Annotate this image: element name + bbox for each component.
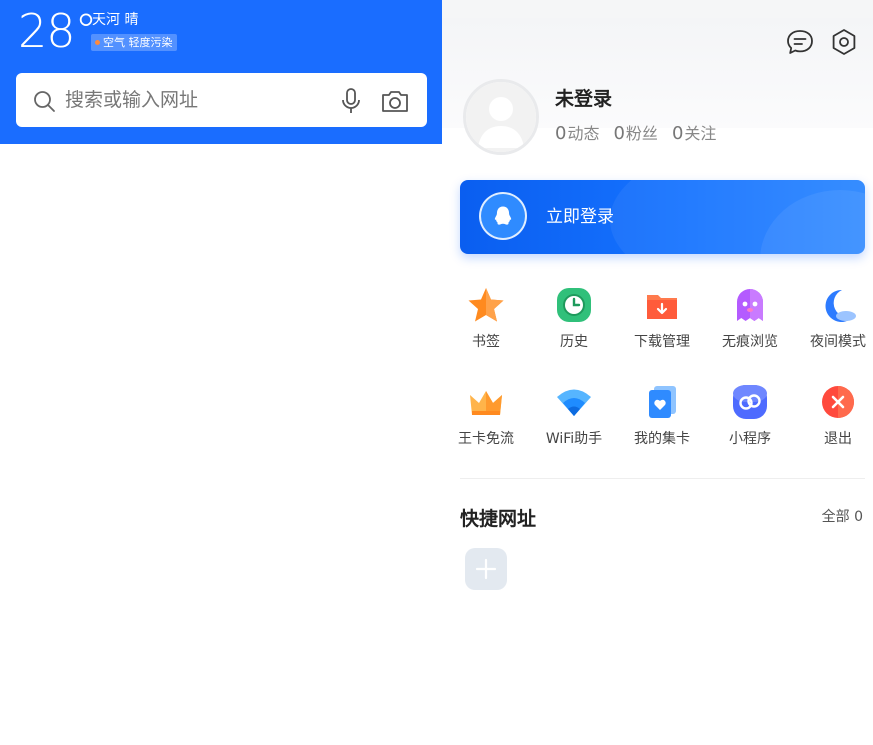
search-icon (34, 91, 55, 112)
profile-stats: 0动态 0粉丝 0关注 (555, 122, 716, 146)
mini-program-icon (733, 385, 767, 419)
menu-item-card-collection[interactable]: 我的集卡 (618, 382, 706, 448)
menu-item-king-card[interactable]: 王卡免流 (442, 382, 530, 448)
air-quality-badge[interactable]: 空气 轻度污染 (91, 34, 177, 51)
gear-icon[interactable] (829, 27, 859, 57)
menu-item-exit[interactable]: 退出 (794, 382, 873, 448)
user-center-panel: 未登录 0动态 0粉丝 0关注 立即登录 书签 历史 下载管理 无痕浏览 夜间模… (442, 0, 873, 745)
card-icon (649, 386, 676, 418)
message-icon[interactable] (785, 28, 815, 56)
crown-icon (470, 391, 502, 415)
menu-item-history[interactable]: 历史 (530, 285, 618, 351)
menu-item-bookmarks[interactable]: 书签 (442, 285, 530, 351)
moon-icon (825, 289, 856, 322)
air-quality-label: 空气 轻度污染 (103, 36, 173, 49)
plus-icon (475, 558, 497, 580)
add-quick-link-button[interactable] (465, 548, 507, 590)
home-header: 28° 天河 晴 空气 轻度污染 搜索或输入网址 (0, 0, 442, 144)
quick-links-title: 快捷网址 (460, 508, 537, 530)
default-avatar-icon (466, 82, 536, 152)
air-quality-dot (95, 40, 100, 45)
download-folder-icon (647, 295, 677, 319)
star-icon (468, 288, 504, 322)
search-bar[interactable]: 搜索或输入网址 (16, 73, 427, 127)
menu-item-downloads[interactable]: 下载管理 (618, 285, 706, 351)
quick-links-all[interactable]: 全部 0 (822, 507, 863, 527)
login-label: 立即登录 (546, 207, 614, 227)
camera-icon[interactable] (380, 88, 410, 114)
menu-item-incognito[interactable]: 无痕浏览 (706, 285, 794, 351)
search-input[interactable]: 搜索或输入网址 (65, 88, 198, 112)
location-weather[interactable]: 天河 晴 (92, 11, 138, 29)
menu-item-mini-programs[interactable]: 小程序 (706, 382, 794, 448)
stat-following[interactable]: 0关注 (672, 122, 716, 146)
ghost-icon (737, 289, 763, 321)
menu-item-wifi-assistant[interactable]: WiFi助手 (530, 382, 618, 448)
stat-fans[interactable]: 0粉丝 (613, 122, 657, 146)
stat-posts[interactable]: 0动态 (555, 122, 599, 146)
close-circle-icon (822, 386, 854, 418)
section-divider (460, 478, 865, 479)
qq-penguin-icon (479, 192, 527, 240)
temperature[interactable]: 28° (18, 4, 98, 58)
login-button[interactable]: 立即登录 (460, 180, 865, 254)
username[interactable]: 未登录 (555, 86, 612, 112)
menu-item-night-mode[interactable]: 夜间模式 (794, 285, 873, 351)
clock-icon (557, 288, 591, 322)
mic-icon[interactable] (340, 87, 362, 115)
avatar[interactable] (463, 79, 539, 155)
wifi-icon (557, 389, 591, 416)
status-band (442, 0, 873, 18)
